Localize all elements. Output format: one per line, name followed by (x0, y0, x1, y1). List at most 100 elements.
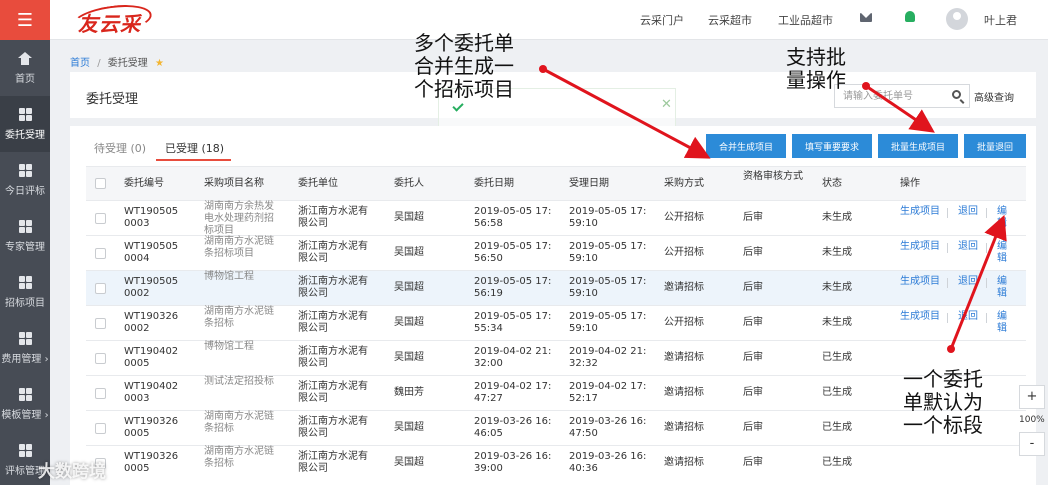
cell-date: 2019-05-05 17:56:58 (474, 206, 552, 229)
cell-review: 后审 (743, 317, 763, 328)
sidebar-item-today-eval[interactable]: 今日评标 (0, 152, 50, 208)
cell-person: 吴国超 (394, 457, 424, 468)
generate-project-link[interactable]: 生成项目 (900, 206, 944, 218)
cell-no: WT1905050004 (124, 241, 179, 264)
user-name[interactable]: 叶上君 (984, 12, 1017, 28)
cell-person: 吴国超 (394, 317, 424, 328)
col-status: 状态 (822, 178, 842, 189)
logo[interactable]: 友云采 (78, 8, 141, 37)
cell-name: 测试法定招投标 (204, 376, 274, 387)
bell-icon[interactable] (905, 11, 915, 22)
cell-person: 吴国超 (394, 212, 424, 223)
cell-person: 吴国超 (394, 422, 424, 433)
nav-industrial-link[interactable]: 工业品超市 (778, 12, 833, 28)
table-row[interactable]: WT1903260005 湖南南方水泥链条招标 浙江南方水泥有限公司 吴国超 2019-… (86, 445, 1026, 480)
row-checkbox[interactable] (95, 423, 106, 434)
row-checkbox[interactable] (95, 353, 106, 364)
search-input[interactable] (835, 85, 947, 107)
merge-generate-button[interactable]: 合并生成项目 (706, 134, 786, 158)
generate-project-link[interactable]: 生成项目 (900, 311, 944, 323)
cell-no: WT1905050003 (124, 206, 179, 229)
sidebar-item-experts[interactable]: 专家管理 (0, 208, 50, 264)
return-link[interactable]: 退回 (958, 241, 982, 253)
row-checkbox[interactable] (95, 248, 106, 259)
content-panel: 待受理 (0) 已受理 (18) 合并生成项目 填写重要要求 批量生成项目 批量… (70, 126, 1036, 485)
col-ops: 操作 (900, 178, 920, 189)
nav-market-link[interactable]: 云采超市 (708, 12, 752, 28)
cell-method: 公开招标 (664, 212, 704, 223)
select-all-checkbox[interactable] (95, 178, 106, 189)
batch-return-button[interactable]: 批量退回 (964, 134, 1026, 158)
batch-generate-button[interactable]: 批量生成项目 (878, 134, 958, 158)
cell-unit: 浙江南方水泥有限公司 (298, 381, 368, 404)
table-row[interactable]: WT1904020005 博物馆工程 浙江南方水泥有限公司 吴国超 2019-04-02… (86, 340, 1026, 375)
edit-link[interactable]: 编辑 (997, 311, 1011, 335)
generate-project-link[interactable]: 生成项目 (900, 276, 944, 288)
cell-name: 湖南南方水泥链条招标项目 (204, 236, 274, 259)
divider (986, 313, 987, 323)
sidebar-item-label: 模板管理 › (1, 409, 49, 421)
cell-method: 邀请招标 (664, 352, 704, 363)
menu-toggle-button[interactable]: ☰ (0, 0, 50, 40)
fill-requirements-button[interactable]: 填写重要要求 (792, 134, 872, 158)
zoom-out-button[interactable]: - (1019, 432, 1045, 456)
cell-unit: 浙江南方水泥有限公司 (298, 346, 368, 369)
row-checkbox[interactable] (95, 318, 106, 329)
table-row[interactable]: WT1904020003 测试法定招投标 浙江南方水泥有限公司 魏田芳 2019-04-… (86, 375, 1026, 410)
table-row[interactable]: WT1905050004 湖南南方水泥链条招标项目 浙江南方水泥有限公司 吴国超 201… (86, 235, 1026, 270)
cell-status: 已生成 (822, 352, 852, 363)
sidebar-item-home[interactable]: 首页 (0, 40, 50, 96)
breadcrumb-home-link[interactable]: 首页 (70, 58, 90, 69)
hamburger-icon: ☰ (16, 9, 34, 31)
tab-active-indicator (156, 159, 231, 161)
return-link[interactable]: 退回 (958, 311, 982, 323)
col-person: 委托人 (394, 178, 424, 189)
cell-accept: 2019-04-02 17:52:17 (569, 381, 647, 404)
cell-accept: 2019-05-05 17:59:10 (569, 241, 647, 264)
return-link[interactable]: 退回 (958, 206, 982, 218)
star-icon[interactable]: ★ (155, 58, 164, 69)
generate-project-link[interactable]: 生成项目 (900, 241, 944, 253)
table-row[interactable]: WT1903260002 湖南南方水泥链条招标 浙江南方水泥有限公司 吴国超 2019-… (86, 305, 1026, 340)
table-row[interactable]: WT1905050002 博物馆工程 浙江南方水泥有限公司 吴国超 2019-05-05… (86, 270, 1026, 305)
sidebar-item-label: 招标项目 (5, 297, 45, 309)
sidebar-item-projects[interactable]: 招标项目 (0, 264, 50, 320)
cell-accept: 2019-04-02 21:32:32 (569, 346, 647, 369)
row-checkbox[interactable] (95, 388, 106, 399)
sidebar-item-label: 费用管理 › (1, 353, 49, 365)
tab-accepted[interactable]: 已受理 (18) (165, 140, 224, 156)
edit-link[interactable]: 编辑 (997, 276, 1011, 300)
sidebar-item-templates[interactable]: 模板管理 › (0, 376, 50, 432)
cell-method: 邀请招标 (664, 282, 704, 293)
sidebar-item-fees[interactable]: 费用管理 › (0, 320, 50, 376)
edit-link[interactable]: 编辑 (997, 206, 1011, 230)
cell-accept: 2019-05-05 17:59:10 (569, 311, 647, 334)
grid-icon (18, 275, 32, 289)
table-row[interactable]: WT1905050003 湖南南方余热发电水处理药剂招标项目 浙江南方水泥有限公司 吴… (86, 200, 1026, 236)
row-checkbox[interactable] (95, 213, 106, 224)
advanced-search-link[interactable]: 高级查询 (974, 89, 1014, 104)
grid-icon (18, 331, 32, 345)
grid-icon (18, 387, 32, 401)
close-icon[interactable]: ✕ (661, 97, 672, 112)
nav-portal-link[interactable]: 云采门户 (640, 12, 684, 28)
edit-link[interactable]: 编辑 (997, 241, 1011, 265)
mail-icon[interactable] (860, 13, 872, 22)
cell-method: 邀请招标 (664, 387, 704, 398)
cell-date: 2019-05-05 17:55:34 (474, 311, 552, 334)
cell-status: 未生成 (822, 317, 852, 328)
sidebar-item-delegation[interactable]: 委托受理 (0, 96, 50, 152)
search-icon[interactable] (952, 90, 961, 99)
zoom-in-button[interactable]: + (1019, 385, 1045, 409)
table-row[interactable]: WT1903260005 湖南南方水泥链条招标 浙江南方水泥有限公司 吴国超 2019-… (86, 410, 1026, 445)
row-checkbox[interactable] (95, 283, 106, 294)
divider (947, 243, 948, 253)
page-title: 委托受理 (86, 92, 139, 107)
avatar[interactable] (946, 8, 968, 30)
tab-pending[interactable]: 待受理 (0) (94, 140, 146, 156)
breadcrumb-separator: / (97, 58, 101, 69)
cell-review: 后审 (743, 282, 763, 293)
return-link[interactable]: 退回 (958, 276, 982, 288)
sidebar-item-label: 专家管理 (5, 241, 45, 253)
sidebar: ☰ 首页 委托受理 今日评标 专家管理 招标项目 费用管理 › 模板管理 › 评… (0, 0, 50, 485)
